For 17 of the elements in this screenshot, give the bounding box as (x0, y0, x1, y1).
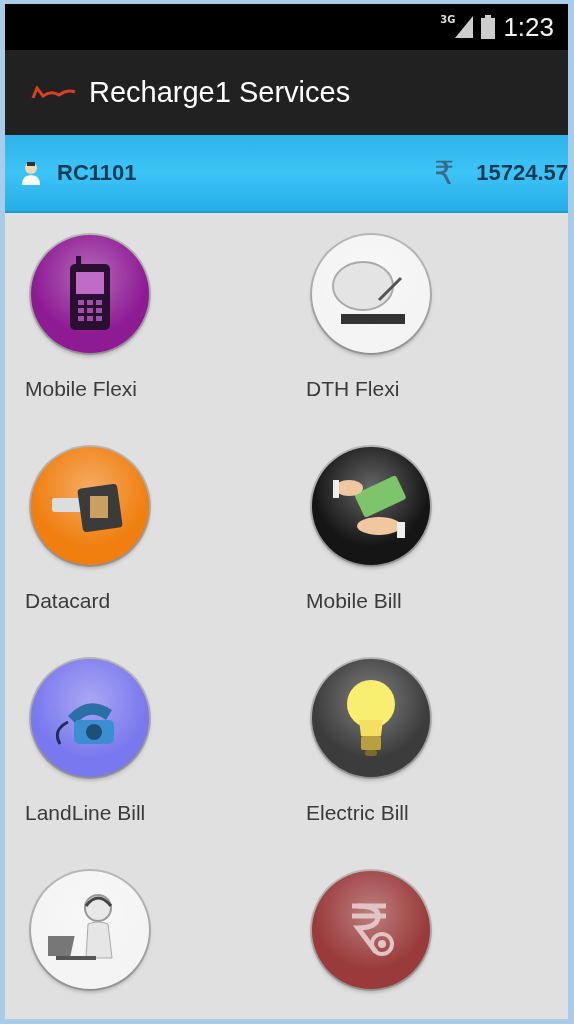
service-label: Electric Bill (306, 801, 409, 826)
app-logo-icon (31, 85, 77, 100)
currency-symbol: ₹ (433, 154, 455, 192)
signal-icon (455, 16, 474, 38)
app-title: Recharge1 Services (89, 76, 351, 109)
network-type: 3G (440, 14, 456, 25)
account-balance: 15724.57 (476, 160, 568, 186)
service-label: Datacard (25, 589, 111, 614)
service-label: DTH Flexi (306, 377, 400, 402)
service-label: LandLine Bill (25, 801, 146, 826)
battery-icon (481, 15, 496, 39)
clock-time: 1:23 (503, 11, 554, 43)
mobile-phone-icon (68, 256, 112, 332)
user-icon (21, 161, 41, 185)
service-label: Mobile Flexi (25, 377, 138, 402)
service-label: Mobile Bill (306, 589, 402, 614)
user-id: RC1101 (57, 160, 137, 186)
